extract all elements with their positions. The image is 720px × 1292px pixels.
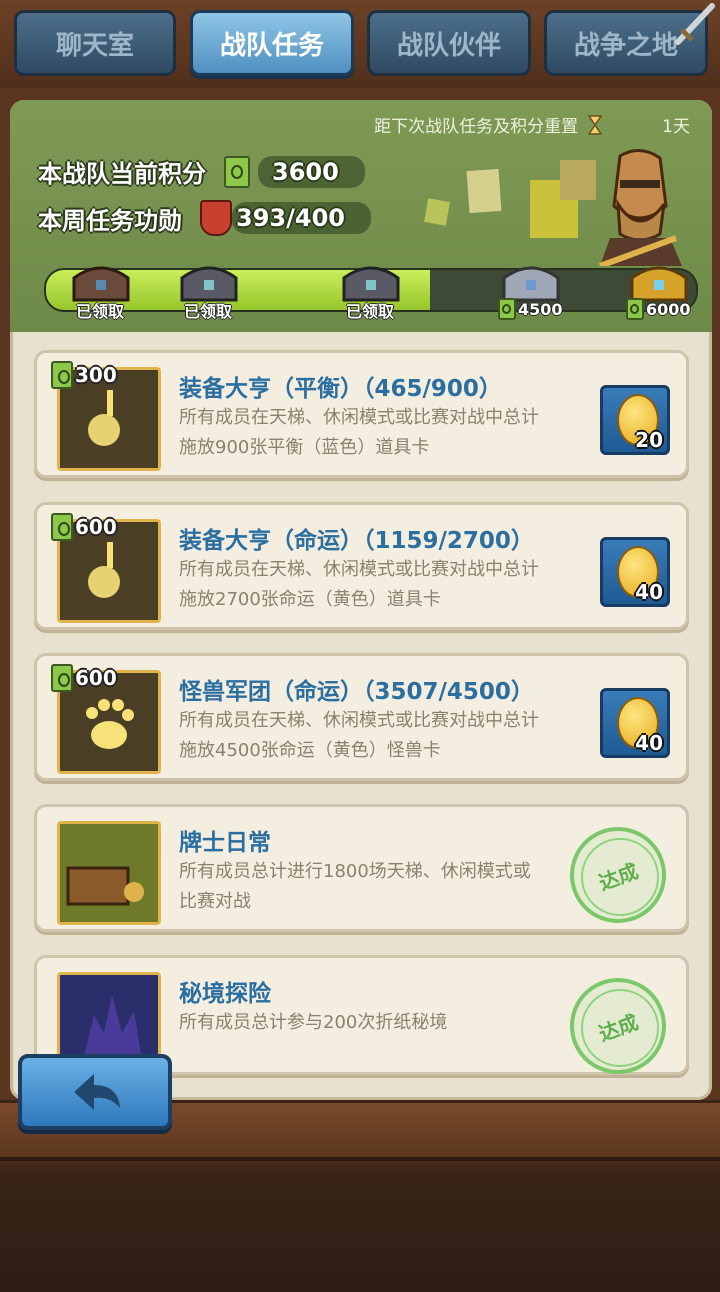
tab-team-tasks[interactable]: 战队任务 [190, 10, 354, 76]
stamp-label: 达成 [595, 858, 642, 895]
task-thumbnail [57, 821, 161, 925]
points-badge: 600 [51, 513, 117, 541]
team-points-label: 本战队当前积分 [38, 160, 206, 188]
task-card[interactable]: 600 怪兽军团（命运）（3507/4500） 所有成员在天梯、休闲模式或比赛对… [34, 653, 689, 781]
table-icon [60, 824, 158, 922]
reward-amount: 40 [635, 731, 663, 755]
weekly-merit-value: 393/400 [232, 202, 371, 234]
notice-papers-decoration [424, 160, 596, 238]
ticket-icon [498, 298, 516, 320]
task-card[interactable]: 600 装备大亨（命运）（1159/2700） 所有成员在天梯、休闲模式或比赛对… [34, 502, 689, 630]
badge-value: 600 [75, 666, 117, 690]
tab-chat-room[interactable]: 聊天室 [14, 10, 176, 76]
milestone-label: 已领取 [346, 302, 395, 321]
back-button[interactable] [18, 1054, 172, 1130]
task-description: 所有成员总计参与200次折纸秘境 [179, 1012, 448, 1033]
reward-button[interactable]: 40 [600, 537, 670, 607]
tab-team-partners[interactable]: 战队伙伴 [367, 10, 531, 76]
reset-remaining-days: 1天 [662, 117, 690, 137]
task-card[interactable]: 300 装备大亨（平衡）（465/900） 所有成员在天梯、休闲模式或比赛对战中… [34, 350, 689, 478]
milestone-label: 6000 [646, 299, 691, 319]
crossed-swords-icon [675, 3, 715, 45]
weekly-merit-row: 本周任务功勋 393/400 [38, 200, 371, 236]
task-description: 所有成员总计进行1800场天梯、休闲模式或比赛对战 [179, 861, 531, 912]
ticket-icon [51, 664, 73, 692]
milestone-label: 已领取 [184, 302, 233, 321]
ticket-icon [51, 513, 73, 541]
reward-button[interactable]: 20 [600, 385, 670, 455]
team-points-row: 本战队当前积分 3600 [38, 154, 365, 189]
reset-timer: 距下次战队任务及积分重置 1天 [374, 112, 690, 137]
weekly-merit-label: 本周任务功勋 [38, 206, 182, 235]
tab-label: 战争之地 [573, 30, 678, 61]
reward-button[interactable]: 40 [600, 688, 670, 758]
points-badge: 600 [51, 664, 117, 692]
back-arrow-icon [74, 1074, 120, 1110]
hourglass-icon [588, 114, 603, 135]
task-description: 所有成员在天梯、休闲模式或比赛对战中总计施放2700张命运（黄色）道具卡 [179, 559, 539, 610]
completed-stamp: 达成 [570, 978, 666, 1074]
task-description: 所有成员在天梯、休闲模式或比赛对战中总计施放4500张命运（黄色）怪兽卡 [179, 710, 539, 761]
points-badge: 300 [51, 361, 117, 389]
task-title: 装备大亨（平衡）（465/900） [179, 376, 502, 402]
tab-label: 战队伙伴 [396, 30, 501, 61]
tab-label: 聊天室 [55, 30, 134, 61]
reset-label: 距下次战队任务及积分重置 [374, 117, 579, 137]
badge-value: 600 [75, 515, 117, 539]
badge-value: 300 [75, 363, 117, 387]
completed-stamp: 达成 [570, 827, 666, 923]
ticket-icon [51, 361, 73, 389]
milestone-label: 已领取 [76, 302, 125, 321]
task-title: 牌士日常 [179, 830, 271, 856]
ticket-icon [224, 155, 250, 188]
team-points-value: 3600 [258, 155, 365, 188]
task-title: 秘境探险 [179, 981, 271, 1007]
ticket-icon [626, 298, 644, 320]
reward-amount: 40 [635, 580, 663, 604]
task-title: 怪兽军团（命运）（3507/4500） [179, 679, 534, 705]
milestone-label: 4500 [518, 299, 563, 319]
bearded-hero-portrait-icon [598, 149, 682, 266]
reward-amount: 20 [635, 428, 663, 452]
tab-label: 战队任务 [219, 30, 324, 61]
stamp-label: 达成 [595, 1009, 642, 1046]
task-card[interactable]: 牌士日常 所有成员总计进行1800场天梯、休闲模式或比赛对战 达成 [34, 804, 689, 932]
task-title: 装备大亨（命运）（1159/2700） [179, 528, 534, 554]
milestone-cost: 4500 [498, 298, 563, 320]
milestone-cost: 6000 [626, 298, 691, 320]
task-description: 所有成员在天梯、休闲模式或比赛对战中总计施放900张平衡（蓝色）道具卡 [179, 407, 539, 458]
shield-icon [200, 200, 232, 236]
